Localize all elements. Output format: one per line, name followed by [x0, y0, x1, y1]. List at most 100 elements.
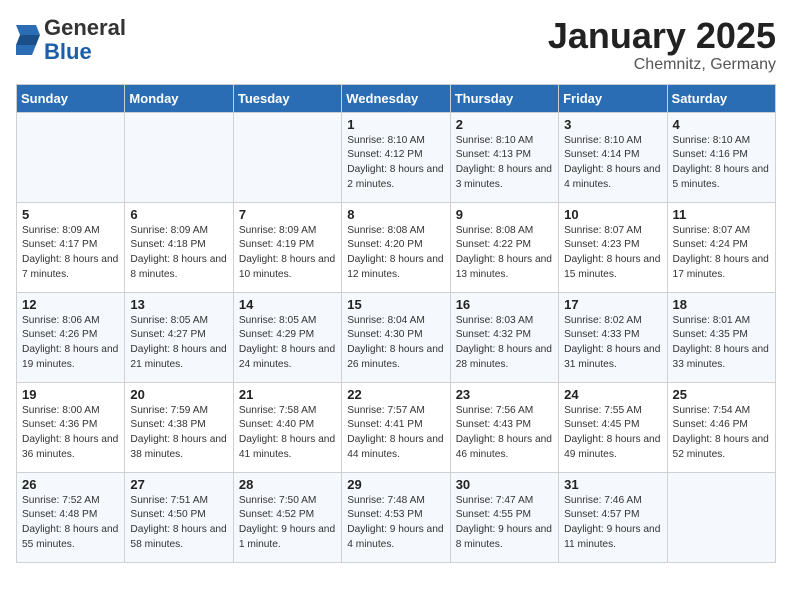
location: Chemnitz, Germany: [548, 56, 776, 74]
day-number: 11: [673, 207, 770, 222]
day-number: 8: [347, 207, 444, 222]
calendar-week-row: 19 Sunrise: 8:00 AM Sunset: 4:36 PM Dayli…: [17, 382, 776, 472]
day-number: 31: [564, 477, 661, 492]
day-number: 4: [673, 117, 770, 132]
calendar-day-cell: 18Sunrise: 8:01 AM Sunset: 4:35 PM Dayli…: [667, 292, 775, 382]
logo-blue-text: Blue: [44, 39, 92, 64]
calendar-day-cell: 8 Sunrise: 8:08 AM Sunset: 4:20 PM Daylig…: [342, 202, 450, 292]
day-info: Sunrise: 8:03 AM Sunset: 4:32 PM Dayligh…: [456, 314, 553, 373]
calendar-day-cell: 27 Sunrise: 7:51 AM Sunset: 4:50 PM Dayli…: [125, 472, 233, 562]
calendar-day-cell: 26Sunrise: 7:52 AM Sunset: 4:48 PM Dayli…: [17, 472, 125, 562]
calendar-day-cell: 21Sunrise: 7:58 AM Sunset: 4:40 PM Dayli…: [233, 382, 341, 472]
day-of-week-header: Thursday: [450, 84, 558, 112]
day-info: Sunrise: 8:09 AM Sunset: 4:18 PM Dayligh…: [130, 224, 227, 283]
day-number: 17: [564, 297, 661, 312]
day-of-week-header: Wednesday: [342, 84, 450, 112]
day-number: 3: [564, 117, 661, 132]
day-info: Sunrise: 8:08 AM Sunset: 4:22 PM Dayligh…: [456, 224, 553, 283]
day-info: Sunrise: 8:10 AM Sunset: 4:13 PM Dayligh…: [456, 134, 553, 193]
day-number: 1: [347, 117, 444, 132]
calendar-day-cell: 20 Sunrise: 7:59 AM Sunset: 4:38 PM Dayli…: [125, 382, 233, 472]
day-info: Sunrise: 7:46 AM Sunset: 4:57 PM Dayligh…: [564, 494, 661, 553]
day-number: 13: [130, 297, 227, 312]
calendar-day-cell: 13 Sunrise: 8:05 AM Sunset: 4:27 PM Dayli…: [125, 292, 233, 382]
calendar-week-row: 1 Sunrise: 8:10 AM Sunset: 4:12 PM Daylig…: [17, 112, 776, 202]
calendar-day-cell: 9Sunrise: 8:08 AM Sunset: 4:22 PM Daylig…: [450, 202, 558, 292]
calendar-day-cell: 23 Sunrise: 7:56 AM Sunset: 4:43 PM Dayli…: [450, 382, 558, 472]
day-info: Sunrise: 8:06 AM Sunset: 4:26 PM Dayligh…: [22, 314, 119, 373]
calendar-day-cell: 1 Sunrise: 8:10 AM Sunset: 4:12 PM Daylig…: [342, 112, 450, 202]
day-number: 24: [564, 387, 661, 402]
calendar-day-cell: 17 Sunrise: 8:02 AM Sunset: 4:33 PM Dayli…: [559, 292, 667, 382]
calendar-header-row: SundayMondayTuesdayWednesdayThursdayFrid…: [17, 84, 776, 112]
day-number: 12: [22, 297, 119, 312]
day-info: Sunrise: 8:05 AM Sunset: 4:27 PM Dayligh…: [130, 314, 227, 373]
day-info: Sunrise: 7:57 AM Sunset: 4:41 PM Dayligh…: [347, 404, 444, 463]
day-info: Sunrise: 8:07 AM Sunset: 4:24 PM Dayligh…: [673, 224, 770, 283]
day-number: 26: [22, 477, 119, 492]
calendar-day-cell: 4Sunrise: 8:10 AM Sunset: 4:16 PM Daylig…: [667, 112, 775, 202]
day-number: 16: [456, 297, 553, 312]
day-of-week-header: Monday: [125, 84, 233, 112]
calendar-day-cell: 24Sunrise: 7:55 AM Sunset: 4:45 PM Dayli…: [559, 382, 667, 472]
day-number: 23: [456, 387, 553, 402]
day-info: Sunrise: 7:56 AM Sunset: 4:43 PM Dayligh…: [456, 404, 553, 463]
calendar-day-cell: [17, 112, 125, 202]
calendar-table: SundayMondayTuesdayWednesdayThursdayFrid…: [16, 84, 776, 563]
calendar-week-row: 12 Sunrise: 8:06 AM Sunset: 4:26 PM Dayli…: [17, 292, 776, 382]
page-header: General Blue January 2025 Chemnitz, Germ…: [16, 16, 776, 74]
calendar-day-cell: 2 Sunrise: 8:10 AM Sunset: 4:13 PM Daylig…: [450, 112, 558, 202]
day-number: 28: [239, 477, 336, 492]
day-info: Sunrise: 8:09 AM Sunset: 4:17 PM Dayligh…: [22, 224, 119, 283]
calendar-week-row: 26Sunrise: 7:52 AM Sunset: 4:48 PM Dayli…: [17, 472, 776, 562]
month-title: January 2025: [548, 16, 776, 56]
calendar-day-cell: 15 Sunrise: 8:04 AM Sunset: 4:30 PM Dayli…: [342, 292, 450, 382]
calendar-day-cell: 16 Sunrise: 8:03 AM Sunset: 4:32 PM Dayli…: [450, 292, 558, 382]
day-of-week-header: Sunday: [17, 84, 125, 112]
calendar-day-cell: [667, 472, 775, 562]
calendar-day-cell: 14Sunrise: 8:05 AM Sunset: 4:29 PM Dayli…: [233, 292, 341, 382]
calendar-day-cell: 30Sunrise: 7:47 AM Sunset: 4:55 PM Dayli…: [450, 472, 558, 562]
logo-general-text: General: [44, 15, 126, 40]
day-number: 29: [347, 477, 444, 492]
logo-icon: [16, 25, 40, 55]
calendar-day-cell: 6 Sunrise: 8:09 AM Sunset: 4:18 PM Daylig…: [125, 202, 233, 292]
calendar-day-cell: 3 Sunrise: 8:10 AM Sunset: 4:14 PM Daylig…: [559, 112, 667, 202]
calendar-day-cell: 10 Sunrise: 8:07 AM Sunset: 4:23 PM Dayli…: [559, 202, 667, 292]
day-of-week-header: Tuesday: [233, 84, 341, 112]
day-info: Sunrise: 7:59 AM Sunset: 4:38 PM Dayligh…: [130, 404, 227, 463]
day-number: 18: [673, 297, 770, 312]
day-number: 2: [456, 117, 553, 132]
calendar-day-cell: 25Sunrise: 7:54 AM Sunset: 4:46 PM Dayli…: [667, 382, 775, 472]
calendar-week-row: 5Sunrise: 8:09 AM Sunset: 4:17 PM Daylig…: [17, 202, 776, 292]
title-block: January 2025 Chemnitz, Germany: [548, 16, 776, 74]
day-number: 6: [130, 207, 227, 222]
day-info: Sunrise: 7:48 AM Sunset: 4:53 PM Dayligh…: [347, 494, 444, 553]
day-number: 27: [130, 477, 227, 492]
calendar-day-cell: 22Sunrise: 7:57 AM Sunset: 4:41 PM Dayli…: [342, 382, 450, 472]
calendar-day-cell: 31 Sunrise: 7:46 AM Sunset: 4:57 PM Dayli…: [559, 472, 667, 562]
day-of-week-header: Friday: [559, 84, 667, 112]
day-info: Sunrise: 8:04 AM Sunset: 4:30 PM Dayligh…: [347, 314, 444, 373]
day-info: Sunrise: 8:02 AM Sunset: 4:33 PM Dayligh…: [564, 314, 661, 373]
day-info: Sunrise: 8:07 AM Sunset: 4:23 PM Dayligh…: [564, 224, 661, 283]
logo: General Blue: [16, 16, 126, 64]
day-info: Sunrise: 8:10 AM Sunset: 4:14 PM Dayligh…: [564, 134, 661, 193]
day-info: Sunrise: 8:10 AM Sunset: 4:12 PM Dayligh…: [347, 134, 444, 193]
day-info: Sunrise: 8:00 AM Sunset: 4:36 PM Dayligh…: [22, 404, 119, 463]
calendar-day-cell: 7 Sunrise: 8:09 AM Sunset: 4:19 PM Daylig…: [233, 202, 341, 292]
calendar-day-cell: 11 Sunrise: 8:07 AM Sunset: 4:24 PM Dayli…: [667, 202, 775, 292]
day-info: Sunrise: 7:54 AM Sunset: 4:46 PM Dayligh…: [673, 404, 770, 463]
day-info: Sunrise: 8:05 AM Sunset: 4:29 PM Dayligh…: [239, 314, 336, 373]
day-info: Sunrise: 8:09 AM Sunset: 4:19 PM Dayligh…: [239, 224, 336, 283]
day-info: Sunrise: 7:51 AM Sunset: 4:50 PM Dayligh…: [130, 494, 227, 553]
day-number: 20: [130, 387, 227, 402]
day-info: Sunrise: 8:08 AM Sunset: 4:20 PM Dayligh…: [347, 224, 444, 283]
day-number: 19: [22, 387, 119, 402]
day-number: 7: [239, 207, 336, 222]
day-number: 15: [347, 297, 444, 312]
calendar-day-cell: 5Sunrise: 8:09 AM Sunset: 4:17 PM Daylig…: [17, 202, 125, 292]
calendar-day-cell: 29 Sunrise: 7:48 AM Sunset: 4:53 PM Dayli…: [342, 472, 450, 562]
calendar-day-cell: [233, 112, 341, 202]
day-number: 10: [564, 207, 661, 222]
